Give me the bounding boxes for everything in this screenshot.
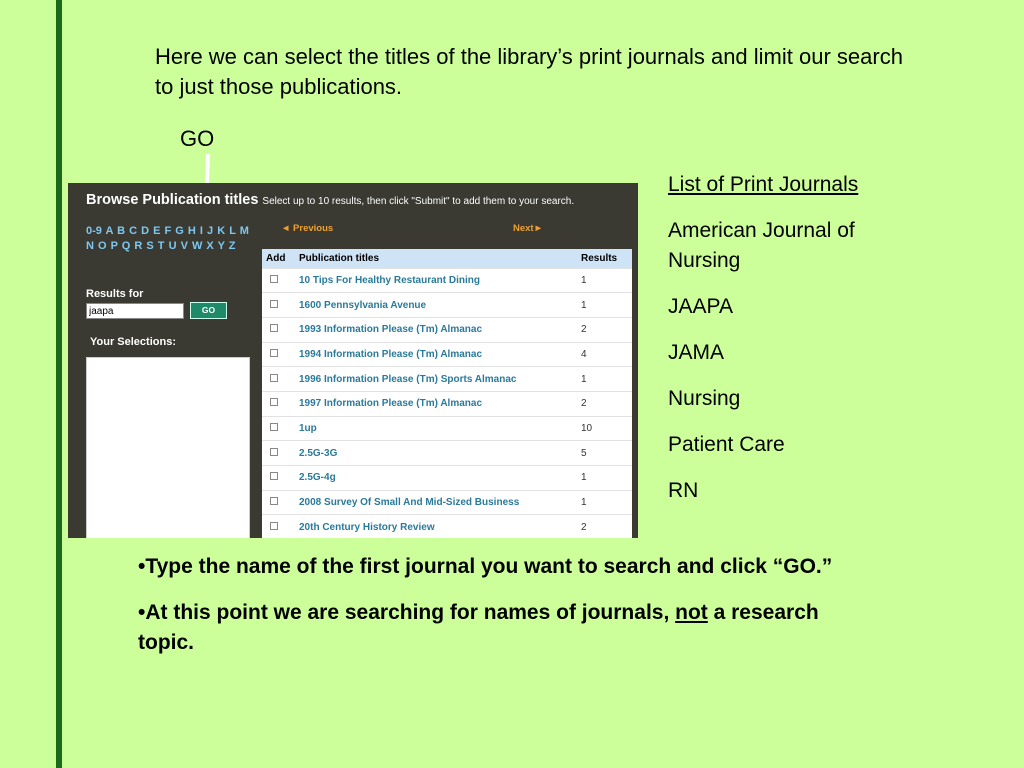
results-count: 5 bbox=[577, 440, 632, 466]
add-checkbox[interactable] bbox=[270, 373, 278, 382]
intro-text: Here we can select the titles of the lib… bbox=[155, 44, 903, 99]
column-add: Add bbox=[262, 249, 295, 268]
add-checkbox[interactable] bbox=[270, 447, 278, 456]
table-row: 1997 Information Please (Tm) Almanac 2 bbox=[262, 390, 632, 417]
bullet-second-emphasis: not bbox=[675, 601, 708, 624]
journals-heading: List of Print Journals bbox=[668, 173, 859, 196]
table-header-row: Add Publication titles Results bbox=[262, 249, 632, 268]
column-title: Publication titles bbox=[295, 249, 577, 268]
add-checkbox[interactable] bbox=[270, 274, 278, 283]
add-checkbox[interactable] bbox=[270, 348, 278, 357]
browse-title-text: Browse Publication titles bbox=[86, 192, 259, 208]
print-journals-list: List of Print Journals American Journal … bbox=[668, 170, 918, 522]
publication-title-link[interactable]: 2.5G-4g bbox=[295, 465, 577, 491]
add-checkbox[interactable] bbox=[270, 324, 278, 333]
journal-item: Nursing bbox=[668, 387, 741, 410]
publication-title-link[interactable]: 2008 Survey Of Small And Mid-Sized Busin… bbox=[295, 489, 577, 515]
table-row: 1996 Information Please (Tm) Sports Alma… bbox=[262, 366, 632, 392]
journal-item: American Journal of Nursing bbox=[668, 219, 855, 272]
az-index[interactable]: 0-9 A B C D E F G H I J K L M N O P Q R … bbox=[86, 224, 256, 254]
go-callout-label: GO bbox=[180, 126, 215, 151]
add-checkbox[interactable] bbox=[270, 398, 278, 407]
results-count: 1 bbox=[577, 292, 632, 318]
publication-title-link[interactable]: 1994 Information Please (Tm) Almanac bbox=[295, 341, 577, 367]
selections-box bbox=[86, 357, 250, 538]
table-row: 1994 Information Please (Tm) Almanac 4 bbox=[262, 341, 632, 367]
publication-title-link[interactable]: 20th Century History Review bbox=[295, 514, 577, 538]
results-count: 2 bbox=[577, 514, 632, 538]
results-for-label: Results for bbox=[86, 288, 144, 300]
publication-title-link[interactable]: 2.5G-3G bbox=[295, 440, 577, 466]
bullet-first: •Type the name of the first journal you … bbox=[138, 555, 833, 578]
previous-label: Previous bbox=[293, 223, 334, 234]
publication-title-link[interactable]: 1up bbox=[295, 415, 577, 441]
journal-item: JAAPA bbox=[668, 295, 733, 318]
table-row: 2008 Survey Of Small And Mid-Sized Busin… bbox=[262, 489, 632, 515]
add-checkbox[interactable] bbox=[270, 422, 278, 431]
browse-publications-screenshot: Browse Publication titles Select up to 10… bbox=[68, 183, 638, 538]
table-row: 2.5G-3G 5 bbox=[262, 440, 632, 466]
bullet-second: •At this point we are searching for name… bbox=[138, 598, 878, 658]
publication-title-link[interactable]: 1996 Information Please (Tm) Sports Alma… bbox=[295, 366, 577, 392]
go-button[interactable]: GO bbox=[190, 302, 227, 319]
browse-title: Browse Publication titles Select up to 10… bbox=[86, 192, 574, 208]
results-count: 1 bbox=[577, 267, 632, 293]
bullet-second-prefix: •At this point we are searching for name… bbox=[138, 601, 676, 624]
results-count: 2 bbox=[577, 390, 632, 417]
browse-subtitle: Select up to 10 results, then click "Sub… bbox=[262, 196, 575, 207]
publication-title-link[interactable]: 10 Tips For Healthy Restaurant Dining bbox=[295, 267, 577, 293]
results-count: 4 bbox=[577, 341, 632, 367]
table-row: 10 Tips For Healthy Restaurant Dining 1 bbox=[262, 267, 632, 293]
publication-title-link[interactable]: 1997 Information Please (Tm) Almanac bbox=[295, 390, 577, 417]
add-checkbox[interactable] bbox=[270, 521, 278, 530]
your-selections-label: Your Selections: bbox=[90, 336, 176, 348]
table-row: 20th Century History Review 2 bbox=[262, 514, 632, 538]
results-count: 1 bbox=[577, 366, 632, 392]
next-link[interactable]: Next► bbox=[513, 223, 543, 234]
add-checkbox[interactable] bbox=[270, 299, 278, 308]
publication-title-link[interactable]: 1600 Pennsylvania Avenue bbox=[295, 292, 577, 318]
column-results: Results bbox=[577, 249, 632, 268]
add-checkbox[interactable] bbox=[270, 472, 278, 481]
results-count: 2 bbox=[577, 316, 632, 343]
publication-title-link[interactable]: 1993 Information Please (Tm) Almanac bbox=[295, 316, 577, 343]
journal-item: JAMA bbox=[668, 341, 725, 364]
table-row: 1up 10 bbox=[262, 415, 632, 441]
journal-item: RN bbox=[668, 479, 699, 502]
add-checkbox[interactable] bbox=[270, 497, 278, 506]
journal-item: Patient Care bbox=[668, 433, 785, 456]
publications-table: Add Publication titles Results 10 Tips F… bbox=[262, 249, 632, 538]
results-count: 1 bbox=[577, 465, 632, 491]
table-row: 1993 Information Please (Tm) Almanac 2 bbox=[262, 316, 632, 343]
table-row: 2.5G-4g 1 bbox=[262, 465, 632, 491]
results-count: 1 bbox=[577, 489, 632, 515]
instruction-bullets: •Type the name of the first journal you … bbox=[138, 552, 878, 674]
next-label: Next bbox=[513, 223, 534, 234]
left-accent-bar bbox=[56, 0, 62, 768]
results-count: 10 bbox=[577, 415, 632, 441]
previous-link[interactable]: ◄ Previous bbox=[281, 223, 333, 234]
publication-search-input[interactable] bbox=[86, 303, 184, 319]
table-row: 1600 Pennsylvania Avenue 1 bbox=[262, 292, 632, 318]
